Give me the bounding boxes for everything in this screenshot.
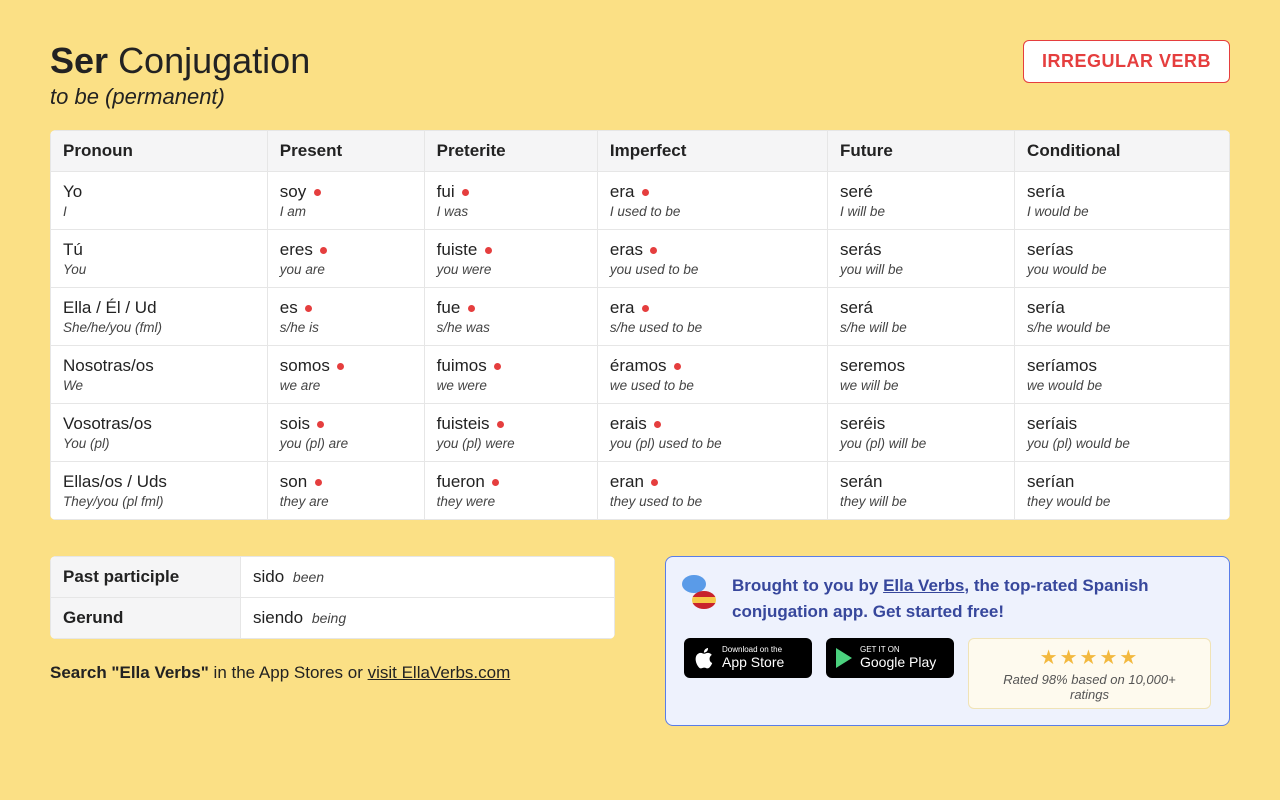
conjugation-cell: seréisyou (pl) will be [827, 404, 1014, 462]
rating-box: ★★★★★ Rated 98% based on 10,000+ ratings [968, 638, 1211, 709]
irregular-dot-icon [492, 479, 499, 486]
conjugation-cell: fuiste you were [424, 230, 597, 288]
conjugation-cell: Ellas/os / UdsThey/you (pl fml) [51, 462, 268, 520]
star-icons: ★★★★★ [983, 645, 1196, 670]
conjugation-cell: fui I was [424, 172, 597, 230]
google-play-button[interactable]: GET IT ON Google Play [826, 638, 954, 678]
title-suffix: Conjugation [118, 40, 310, 81]
conjugation-table: PronounPresentPreteriteImperfectFutureCo… [50, 130, 1230, 520]
irregular-dot-icon [654, 421, 661, 428]
table-row: Vosotras/osYou (pl)sois you (pl) arefuis… [51, 404, 1230, 462]
page-title: Ser Conjugation [50, 40, 310, 82]
table-row: TúYoueres you arefuiste you wereeras you… [51, 230, 1230, 288]
irregular-dot-icon [320, 247, 327, 254]
promo-text: Brought to you by Ella Verbs, the top-ra… [732, 573, 1211, 624]
conjugation-cell: serías/he would be [1015, 288, 1230, 346]
promo-box: Brought to you by Ella Verbs, the top-ra… [665, 556, 1230, 726]
apple-icon [694, 647, 714, 669]
app-icon [682, 575, 716, 609]
conjugation-cell: es s/he is [267, 288, 424, 346]
irregular-dot-icon [642, 305, 649, 312]
conjugation-cell: Nosotras/osWe [51, 346, 268, 404]
conjugation-cell: serásyou will be [827, 230, 1014, 288]
brand-link[interactable]: Ella Verbs [883, 576, 964, 595]
verb-name: Ser [50, 40, 108, 81]
conjugation-cell: era s/he used to be [597, 288, 827, 346]
column-header: Preterite [424, 131, 597, 172]
conjugation-cell: fuisteis you (pl) were [424, 404, 597, 462]
conjugation-cell: Vosotras/osYou (pl) [51, 404, 268, 462]
app-store-button[interactable]: Download on the App Store [684, 638, 812, 678]
conjugation-cell: YoI [51, 172, 268, 230]
irregular-dot-icon [317, 421, 324, 428]
irregular-dot-icon [651, 479, 658, 486]
conjugation-cell: seránthey will be [827, 462, 1014, 520]
conjugation-cell: seríamoswe would be [1015, 346, 1230, 404]
irregular-dot-icon [497, 421, 504, 428]
conjugation-cell: fuimos we were [424, 346, 597, 404]
forms-table: Past participle sido been Gerund siendo … [50, 556, 615, 639]
irregular-dot-icon [642, 189, 649, 196]
conjugation-cell: fueron they were [424, 462, 597, 520]
irregular-dot-icon [485, 247, 492, 254]
table-row: Ella / Él / UdShe/he/you (fml)es s/he is… [51, 288, 1230, 346]
conjugation-cell: seríasyou would be [1015, 230, 1230, 288]
past-participle-label: Past participle [51, 557, 241, 598]
verb-meaning: to be (permanent) [50, 84, 310, 110]
table-row: Nosotras/osWesomos we arefuimos we wereé… [51, 346, 1230, 404]
irregular-dot-icon [494, 363, 501, 370]
google-play-icon [836, 648, 852, 668]
conjugation-cell: erais you (pl) used to be [597, 404, 827, 462]
conjugation-cell: son they are [267, 462, 424, 520]
irregular-dot-icon [314, 189, 321, 196]
irregular-dot-icon [650, 247, 657, 254]
conjugation-cell: sois you (pl) are [267, 404, 424, 462]
table-row: Ellas/os / UdsThey/you (pl fml)son they … [51, 462, 1230, 520]
column-header: Conditional [1015, 131, 1230, 172]
search-line: Search "Ella Verbs" in the App Stores or… [50, 663, 615, 683]
conjugation-cell: seremoswe will be [827, 346, 1014, 404]
conjugation-cell: era I used to be [597, 172, 827, 230]
table-row: YoIsoy I amfui I wasera I used to beseré… [51, 172, 1230, 230]
irregular-badge: IRREGULAR VERB [1023, 40, 1230, 83]
visit-link[interactable]: visit EllaVerbs.com [368, 663, 511, 682]
rating-text: Rated 98% based on 10,000+ ratings [983, 672, 1196, 702]
irregular-dot-icon [674, 363, 681, 370]
conjugation-cell: somos we are [267, 346, 424, 404]
irregular-dot-icon [315, 479, 322, 486]
conjugation-cell: Ella / Él / UdShe/he/you (fml) [51, 288, 268, 346]
conjugation-cell: TúYou [51, 230, 268, 288]
conjugation-cell: fue s/he was [424, 288, 597, 346]
irregular-dot-icon [462, 189, 469, 196]
gerund-label: Gerund [51, 598, 241, 639]
conjugation-cell: eran they used to be [597, 462, 827, 520]
gerund-value: siendo being [241, 598, 615, 639]
conjugation-cell: seríanthey would be [1015, 462, 1230, 520]
irregular-dot-icon [337, 363, 344, 370]
column-header: Pronoun [51, 131, 268, 172]
conjugation-cell: seríaI would be [1015, 172, 1230, 230]
conjugation-cell: eres you are [267, 230, 424, 288]
column-header: Imperfect [597, 131, 827, 172]
conjugation-cell: soy I am [267, 172, 424, 230]
past-participle-value: sido been [241, 557, 615, 598]
conjugation-cell: seréI will be [827, 172, 1014, 230]
column-header: Present [267, 131, 424, 172]
column-header: Future [827, 131, 1014, 172]
irregular-dot-icon [468, 305, 475, 312]
conjugation-cell: éramos we used to be [597, 346, 827, 404]
conjugation-cell: seríaisyou (pl) would be [1015, 404, 1230, 462]
conjugation-cell: serás/he will be [827, 288, 1014, 346]
conjugation-cell: eras you used to be [597, 230, 827, 288]
irregular-dot-icon [305, 305, 312, 312]
